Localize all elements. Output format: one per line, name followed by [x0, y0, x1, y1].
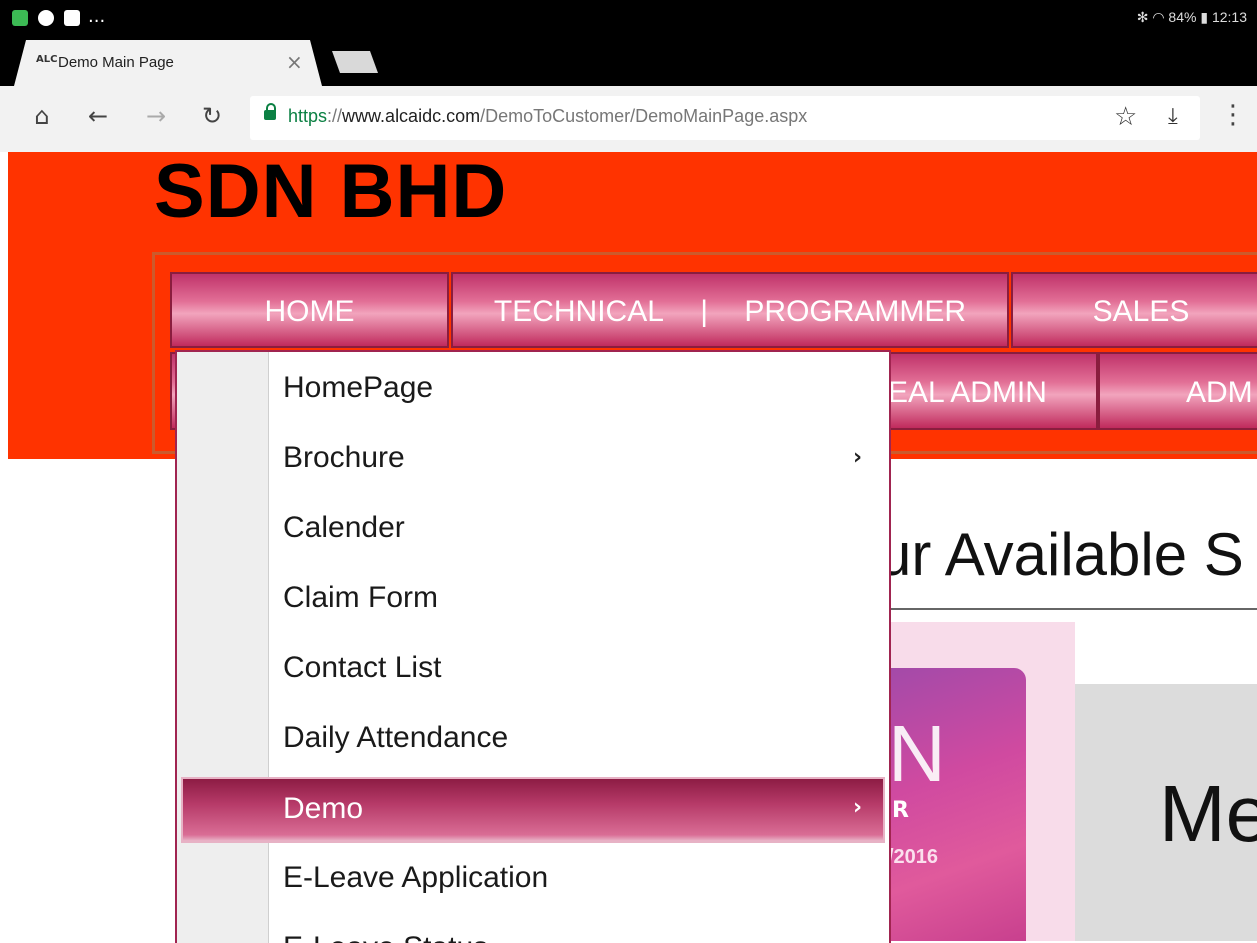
download-icon[interactable]: ⤓ [1168, 104, 1178, 129]
menu-item-brochure[interactable]: Brochure › [177, 425, 889, 495]
close-tab-icon[interactable]: × [286, 50, 303, 74]
tab-title: Demo Main Page [58, 54, 174, 71]
tab-strip: ALC Demo Main Page × [0, 38, 1257, 86]
submenu-arrow-icon: › [853, 445, 863, 470]
clock: 12:13 [1211, 9, 1247, 25]
star-icon[interactable]: ☆ [1114, 102, 1137, 132]
home-dropdown-menu: HomePage Brochure › Calender Claim Form … [175, 350, 891, 943]
nav-home[interactable]: HOME [170, 272, 449, 348]
battery-percent: 84% [1168, 9, 1197, 25]
more-notifications: ... [88, 6, 106, 27]
promo-image[interactable]: N R /2016 [888, 668, 1026, 941]
section-heading: ur Available S [878, 521, 1244, 588]
reload-icon[interactable]: ↻ [196, 102, 228, 130]
sync-notification-icon [38, 10, 54, 26]
menu-item-e-leave-application[interactable]: E-Leave Application [177, 845, 889, 915]
gallery-notification-icon [64, 10, 80, 26]
wifi-icon: ◠ [1152, 9, 1165, 25]
promo-letter: N [888, 709, 946, 798]
slide-panel: Me [1075, 684, 1257, 941]
heading-divider [888, 608, 1257, 610]
site-favicon: ALC [36, 54, 58, 65]
nav-technical[interactable]: TECHNICAL [494, 274, 664, 350]
status-bar: ... ✻ ◠ 84% ▮ 12:13 [0, 0, 1257, 38]
url-text[interactable]: https://www.alcaidc.com/DemoToCustomer/D… [288, 106, 807, 127]
more-icon[interactable]: ⋮ [1220, 100, 1246, 130]
menu-item-e-leave-status[interactable]: E-Leave Status [177, 915, 889, 943]
nav-programmer[interactable]: PROGRAMMER [744, 274, 966, 350]
nav-admin[interactable]: ADM [1098, 352, 1257, 430]
status-right: ✻ ◠ 84% ▮ 12:13 [1137, 9, 1247, 26]
browser-toolbar: ⌂ ← → ↻ https://www.alcaidc.com/DemoToCu… [0, 86, 1257, 152]
menu-item-calender[interactable]: Calender [177, 495, 889, 565]
back-icon[interactable]: ← [82, 102, 114, 130]
new-tab-button[interactable] [332, 51, 378, 73]
menu-item-claim-form[interactable]: Claim Form [177, 565, 889, 635]
promo-year: /2016 [888, 846, 939, 868]
promo-r: R [892, 798, 909, 823]
nav-technical-programmer[interactable]: TECHNICAL | PROGRAMMER [451, 272, 1009, 348]
menu-item-contact-list[interactable]: Contact List [177, 635, 889, 705]
nav-separator: | [700, 295, 709, 328]
forward-icon[interactable]: → [140, 102, 172, 130]
nav-deal-admin[interactable]: EAL ADMIN [888, 354, 1047, 432]
tab-demo-main-page[interactable]: ALC Demo Main Page × [14, 40, 322, 86]
menu-item-homepage[interactable]: HomePage [177, 355, 889, 425]
battery-icon: ▮ [1200, 9, 1209, 25]
company-name: SDN BHD [154, 149, 508, 234]
nav-sales[interactable]: SALES [1011, 272, 1257, 348]
submenu-arrow-icon: › [853, 795, 863, 820]
address-bar[interactable]: https://www.alcaidc.com/DemoToCustomer/D… [250, 96, 1200, 140]
lock-icon [264, 103, 276, 120]
app-notification-icon [12, 10, 28, 26]
menu-item-demo[interactable]: Demo › [183, 779, 883, 841]
bluetooth-icon: ✻ [1136, 9, 1149, 25]
home-icon[interactable]: ⌂ [26, 102, 58, 130]
slide-text: Me [1159, 769, 1257, 858]
menu-item-daily-attendance[interactable]: Daily Attendance [177, 705, 889, 775]
